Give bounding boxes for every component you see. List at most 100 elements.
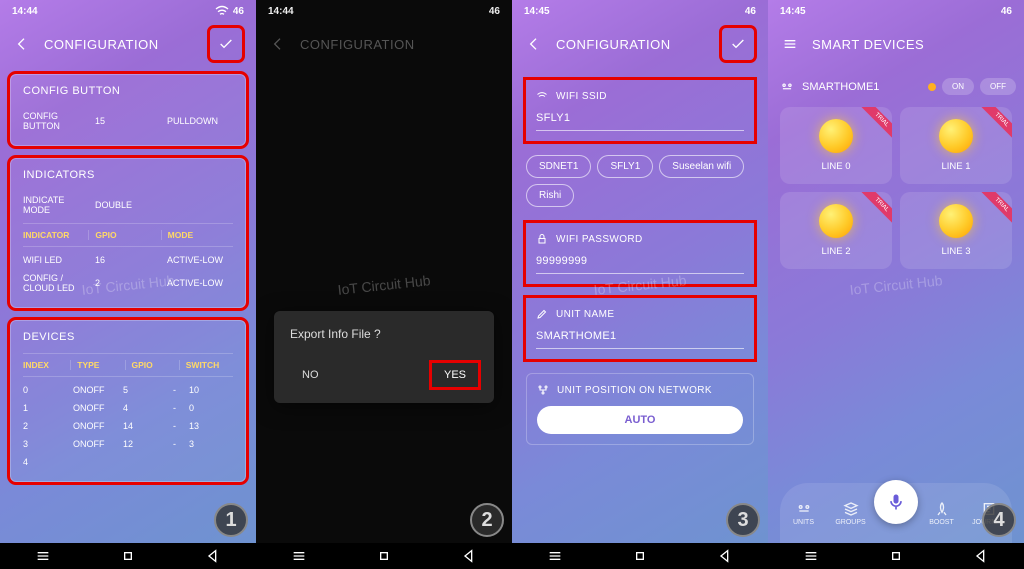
cell: 16 (95, 255, 161, 265)
cell: ONOFF (73, 385, 117, 395)
battery-level: 46 (745, 6, 756, 17)
confirm-button[interactable] (722, 28, 754, 60)
content: WIFI SSID SFLY1 SDNET1 SFLY1 Suseelan wi… (512, 66, 768, 543)
status-time: 14:44 (268, 6, 294, 17)
home-icon[interactable] (376, 548, 392, 564)
tile-label: LINE 0 (821, 161, 850, 172)
wifi-ssid-value[interactable]: SFLY1 (536, 112, 744, 131)
trial-ribbon: TRIAL (859, 107, 892, 142)
wifi-icon (214, 3, 230, 19)
dialog-no-button[interactable]: NO (290, 363, 331, 387)
device-tile[interactable]: LINE 3TRIAL (900, 192, 1012, 269)
back-nav-icon[interactable] (461, 548, 477, 564)
cell: CONFIG / CLOUD LED (23, 273, 89, 293)
home-icon[interactable] (120, 548, 136, 564)
page-title: CONFIGURATION (300, 37, 498, 52)
device-tile[interactable]: LINE 1TRIAL (900, 107, 1012, 184)
auto-button[interactable]: AUTO (537, 406, 743, 434)
home-icon[interactable] (632, 548, 648, 564)
cell: - (173, 421, 183, 431)
dialog-yes-button[interactable]: YES (432, 363, 478, 387)
header: CONFIGURATION (512, 22, 768, 66)
config-button-card: CONFIG BUTTON CONFIG BUTTON 15 PULLDOWN (10, 74, 246, 146)
step-badge: 4 (982, 503, 1016, 537)
cell: ONOFF (73, 421, 117, 431)
nav-groups[interactable]: GROUPS (827, 501, 874, 526)
menu-icon[interactable] (547, 548, 563, 564)
menu-icon[interactable] (35, 548, 51, 564)
menu-icon[interactable] (291, 548, 307, 564)
wifi-password-value[interactable]: 99999999 (536, 255, 744, 274)
lock-icon (536, 233, 548, 245)
nav-boost[interactable]: BOOST (918, 501, 965, 526)
card-title: INDICATORS (23, 169, 233, 181)
screen-2-export-dialog: 14:44 46 CONFIGURATION Export Info File … (256, 0, 512, 569)
header: CONFIGURATION (0, 22, 256, 66)
nav-label: GROUPS (835, 519, 865, 526)
wifi-chip[interactable]: SDNET1 (526, 155, 591, 178)
back-nav-icon[interactable] (717, 548, 733, 564)
status-bar: 14:45 46 (512, 0, 768, 22)
wifi-chip[interactable]: Suseelan wifi (659, 155, 744, 178)
wifi-ssid-label: WIFI SSID (556, 91, 607, 102)
bulb-icon (819, 204, 853, 238)
trial-ribbon: TRIAL (859, 192, 892, 227)
back-nav-icon[interactable] (205, 548, 221, 564)
hamburger-icon[interactable] (782, 36, 798, 52)
unit-name-value[interactable]: SMARTHOME1 (536, 330, 744, 349)
wifi-ssid-group[interactable]: WIFI SSID SFLY1 (526, 80, 754, 141)
status-indicators: 46 (1001, 6, 1012, 17)
mic-button[interactable] (874, 480, 918, 524)
nav-units[interactable]: UNITS (780, 501, 827, 526)
config-button-value: 15 (95, 116, 161, 126)
menu-icon[interactable] (803, 548, 819, 564)
back-icon[interactable] (270, 36, 286, 52)
page-title: CONFIGURATION (44, 37, 196, 52)
unit-position-group: UNIT POSITION ON NETWORK AUTO (526, 373, 754, 445)
page-title: SMART DEVICES (812, 37, 1010, 52)
dialog-title: Export Info File ? (290, 327, 478, 341)
wifi-chip[interactable]: SFLY1 (597, 155, 653, 178)
indicate-mode-value: DOUBLE (95, 200, 161, 210)
col-type: TYPE (77, 360, 125, 370)
home-icon[interactable] (888, 548, 904, 564)
on-button[interactable]: ON (942, 78, 974, 95)
content: Export Info File ? NO YES (256, 66, 512, 543)
unit-position-label: UNIT POSITION ON NETWORK (557, 385, 712, 396)
status-bar: 14:44 46 (0, 0, 256, 22)
confirm-button[interactable] (210, 28, 242, 60)
device-name-label: SMARTHOME1 (802, 81, 879, 93)
units-icon (796, 501, 812, 517)
back-icon[interactable] (14, 36, 30, 52)
cell: 14 (123, 421, 167, 431)
cell: WIFI LED (23, 255, 89, 265)
cell: 4 (123, 403, 167, 413)
wifi-chip[interactable]: Rishi (526, 184, 574, 207)
nav-keys (0, 543, 256, 569)
cell: 13 (189, 421, 233, 431)
nav-keys (768, 543, 1024, 569)
screen-4-smart-devices: 14:45 46 SMART DEVICES SMARTHOME1 ON OFF… (768, 0, 1024, 569)
back-icon[interactable] (526, 36, 542, 52)
edit-icon (536, 308, 548, 320)
col-mode: MODE (168, 230, 233, 240)
cell: 1 (23, 403, 67, 413)
off-button[interactable]: OFF (980, 78, 1016, 95)
device-tile[interactable]: LINE 0 TRIAL (780, 107, 892, 184)
battery-level: 46 (233, 6, 244, 17)
wifi-password-group[interactable]: WIFI PASSWORD 99999999 (526, 223, 754, 284)
config-button-label: CONFIG BUTTON (23, 111, 89, 131)
cell: - (173, 439, 183, 449)
mic-icon (886, 492, 906, 512)
config-button-mode: PULLDOWN (167, 116, 233, 126)
cell: - (173, 403, 183, 413)
unit-name-group[interactable]: UNIT NAME SMARTHOME1 (526, 298, 754, 359)
device-tile[interactable]: LINE 2TRIAL (780, 192, 892, 269)
status-time: 14:45 (780, 6, 806, 17)
status-indicators: 46 (214, 3, 244, 19)
step-badge: 3 (726, 503, 760, 537)
content: CONFIG BUTTON CONFIG BUTTON 15 PULLDOWN … (0, 66, 256, 543)
cell: 2 (23, 421, 67, 431)
nav-keys (512, 543, 768, 569)
back-nav-icon[interactable] (973, 548, 989, 564)
